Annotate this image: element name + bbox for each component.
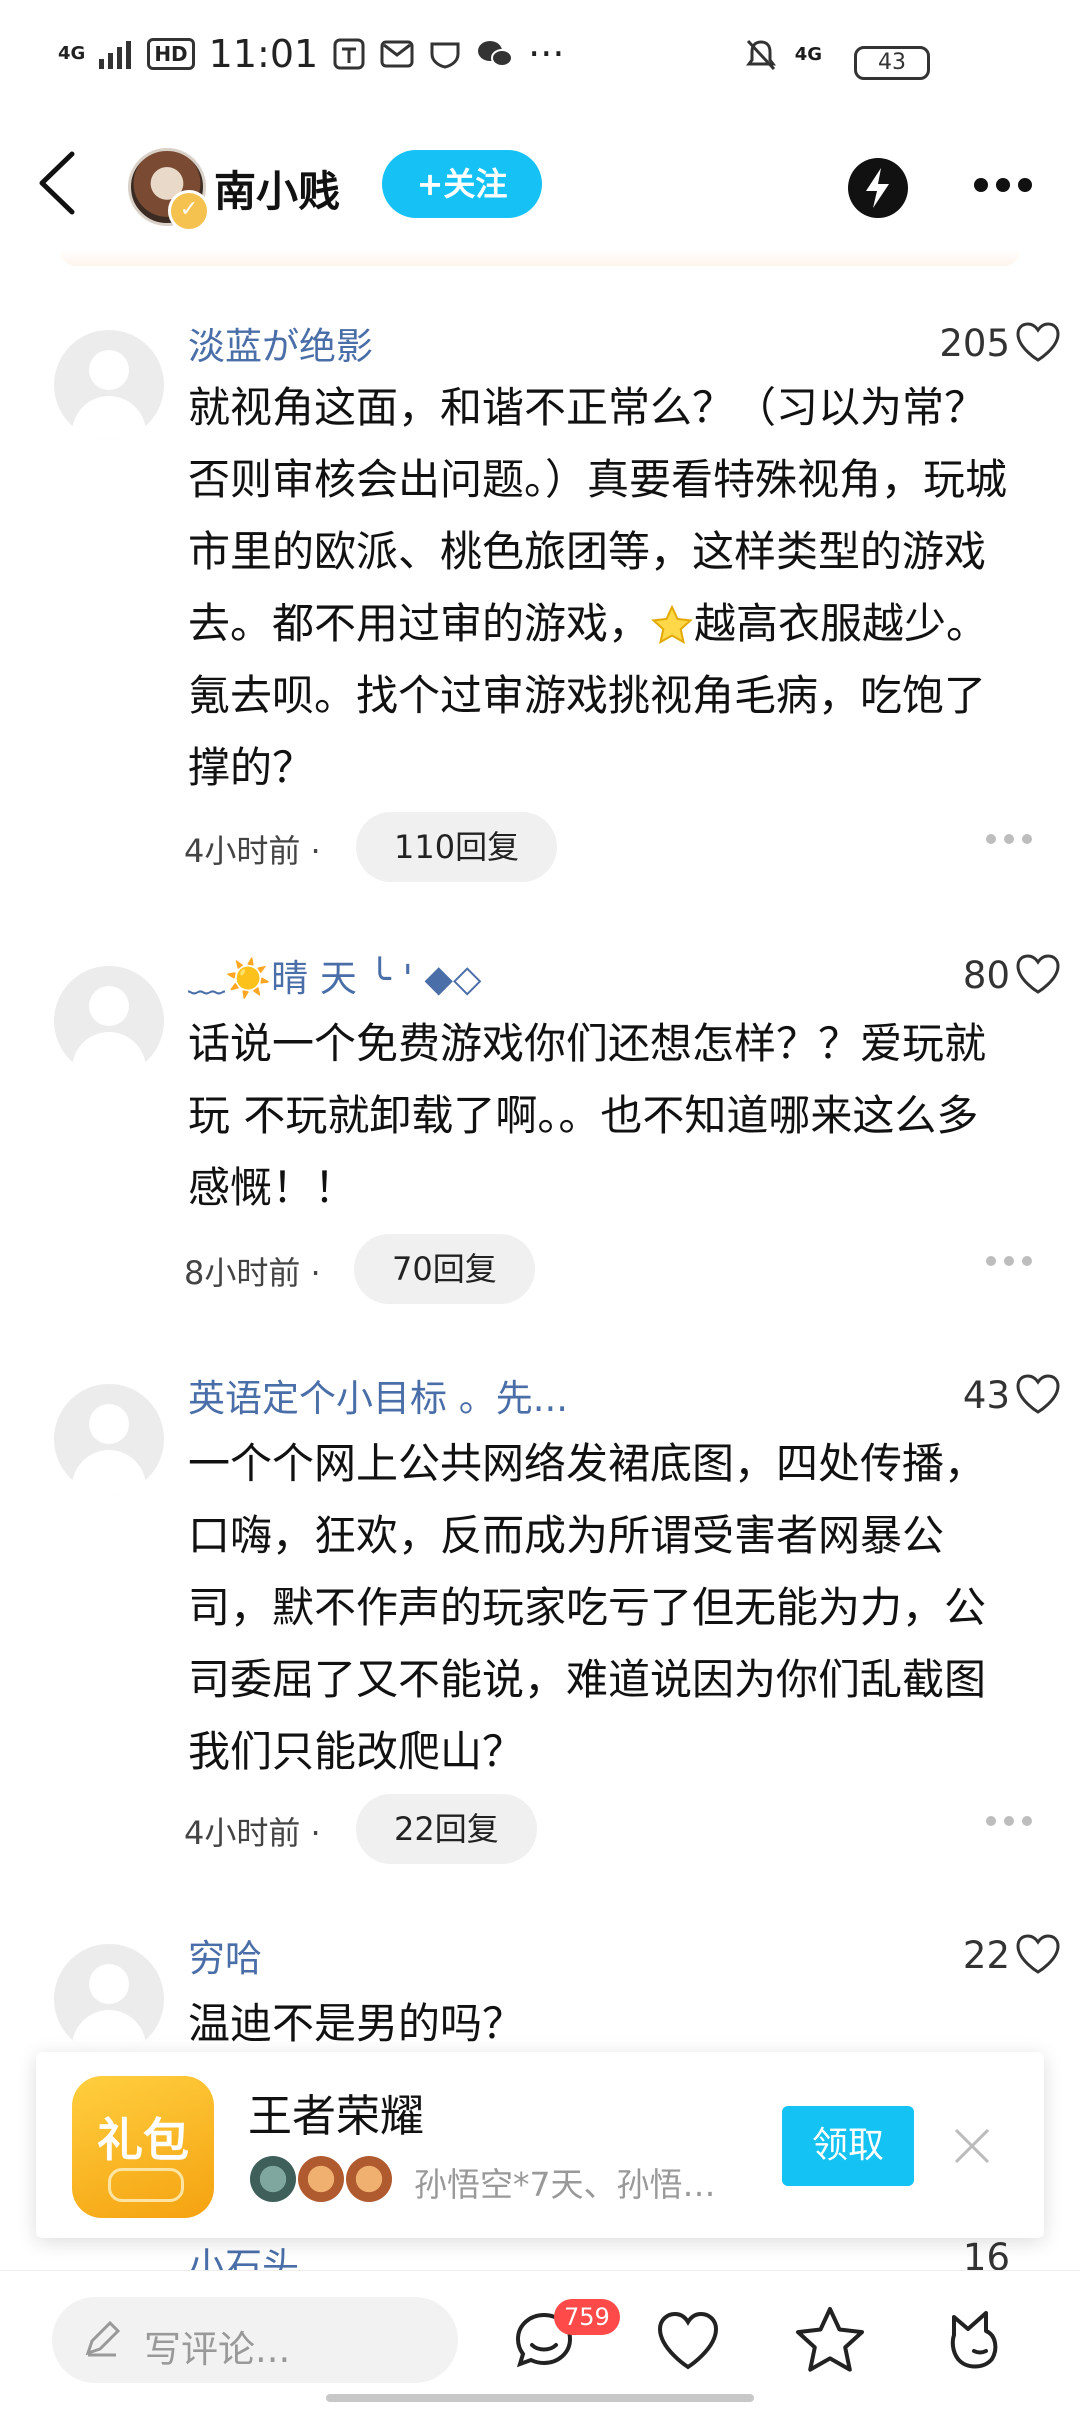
share-icon[interactable] bbox=[934, 2301, 1014, 2381]
verified-badge-icon: ✓ bbox=[168, 190, 210, 232]
signal-icon bbox=[99, 41, 132, 69]
comment-more-button[interactable] bbox=[986, 1816, 1032, 1826]
clock: 11:01 bbox=[208, 32, 319, 76]
battery-indicator: 43 bbox=[854, 46, 930, 80]
wechat-icon bbox=[478, 41, 514, 67]
replies-button[interactable]: 22回复 bbox=[356, 1794, 537, 1864]
heart-icon[interactable] bbox=[1014, 320, 1062, 364]
comment-text: 温迪不是男的吗？ bbox=[188, 1999, 525, 2048]
like-count: 43 bbox=[962, 1374, 1010, 1417]
commenter-name[interactable]: ﹏☀️晴 天 ╰ ' ◆◇ bbox=[188, 948, 481, 1002]
gift-pack-banner[interactable]: 礼包 王者荣耀 孙悟空*7天、孙悟… 领取 bbox=[36, 2052, 1044, 2238]
notification-tie-icon bbox=[333, 38, 365, 70]
commenter-name[interactable]: 英语定个小目标 。先... bbox=[188, 1368, 568, 1422]
comment-time: 4小时前 · bbox=[184, 1814, 321, 1852]
author-name[interactable]: 南小贱 bbox=[214, 158, 340, 219]
shield-icon bbox=[430, 42, 460, 69]
flash-icon[interactable] bbox=[848, 158, 908, 218]
star-icon[interactable] bbox=[790, 2301, 870, 2381]
replies-button[interactable]: 70回复 bbox=[354, 1234, 535, 1304]
treasure-chest-icon bbox=[250, 2156, 296, 2202]
back-arrow-icon bbox=[39, 151, 75, 215]
right-network-indicator: 4G bbox=[794, 44, 822, 65]
commenter-avatar[interactable] bbox=[54, 966, 164, 1076]
comment-input[interactable]: 写评论... bbox=[52, 2297, 458, 2383]
like-count: 205 bbox=[939, 322, 1010, 365]
comment-more-button[interactable] bbox=[986, 834, 1032, 844]
comment-count-badge: 759 bbox=[554, 2299, 620, 2335]
pencil-icon bbox=[85, 2320, 121, 2357]
commenter-avatar[interactable] bbox=[54, 330, 164, 440]
close-icon[interactable] bbox=[952, 2126, 992, 2166]
gift-pack-icon: 礼包 bbox=[72, 2076, 214, 2218]
commenter-avatar[interactable] bbox=[54, 1384, 164, 1494]
comment-text: 一个个网上公共网络发裙底图，四处传播，口嗨，狂欢，反而成为所谓受害者网暴公司，默… bbox=[188, 1439, 987, 1776]
heart-icon[interactable] bbox=[1014, 1372, 1062, 1416]
comment-time: 8小时前 · bbox=[184, 1254, 321, 1292]
game-title: 王者荣耀 bbox=[248, 2091, 424, 2142]
reward-items bbox=[250, 2156, 392, 2202]
home-indicator[interactable] bbox=[326, 2394, 754, 2402]
comment-text: 话说一个免费游戏你们还想怎样？？爱玩就玩 不玩就卸载了啊。。也不知道哪来这么多感… bbox=[188, 1019, 987, 1212]
comment-text: 就视角这面，和谐不正常么？（习以为常？否则审核会出问题。）真要看特殊视角，玩城市… bbox=[188, 383, 1008, 792]
replies-button[interactable]: 110回复 bbox=[356, 812, 558, 882]
back-button[interactable] bbox=[30, 148, 90, 218]
header: ✓ 南小贱 +关注 bbox=[0, 128, 1080, 238]
more-notifications: ··· bbox=[528, 32, 565, 76]
comment-time: 4小时前 · bbox=[184, 832, 321, 870]
commenter-name[interactable]: 淡蓝が绝影 bbox=[188, 316, 373, 370]
bottom-action-bar: 写评论... 759 bbox=[0, 2270, 1080, 2409]
star-emoji-icon bbox=[651, 604, 693, 644]
money-bag-icon bbox=[298, 2156, 344, 2202]
like-icon[interactable] bbox=[648, 2301, 728, 2381]
money-bag-icon bbox=[346, 2156, 392, 2202]
claim-button[interactable]: 领取 bbox=[782, 2106, 914, 2186]
heart-icon[interactable] bbox=[1014, 1932, 1062, 1976]
commenter-name[interactable]: 穷哈 bbox=[188, 1928, 262, 1982]
more-options-button[interactable] bbox=[974, 178, 1032, 192]
mail-icon bbox=[380, 40, 414, 68]
lightning-icon bbox=[866, 168, 889, 208]
reward-description: 孙悟空*7天、孙悟… bbox=[414, 2165, 716, 2204]
heart-icon[interactable] bbox=[1014, 952, 1062, 996]
follow-button[interactable]: +关注 bbox=[382, 150, 542, 218]
like-count: 80 bbox=[962, 954, 1010, 997]
bell-muted-icon bbox=[745, 39, 776, 71]
commenter-avatar[interactable] bbox=[54, 1944, 164, 2054]
like-count: 22 bbox=[962, 1934, 1010, 1977]
comment-more-button[interactable] bbox=[986, 1256, 1032, 1266]
divider bbox=[60, 250, 1020, 266]
status-bar: 4G HD 11:01 ··· 4G 43 bbox=[0, 0, 1080, 120]
hd-indicator: HD bbox=[147, 38, 195, 70]
network-indicator: 4G bbox=[58, 43, 86, 64]
